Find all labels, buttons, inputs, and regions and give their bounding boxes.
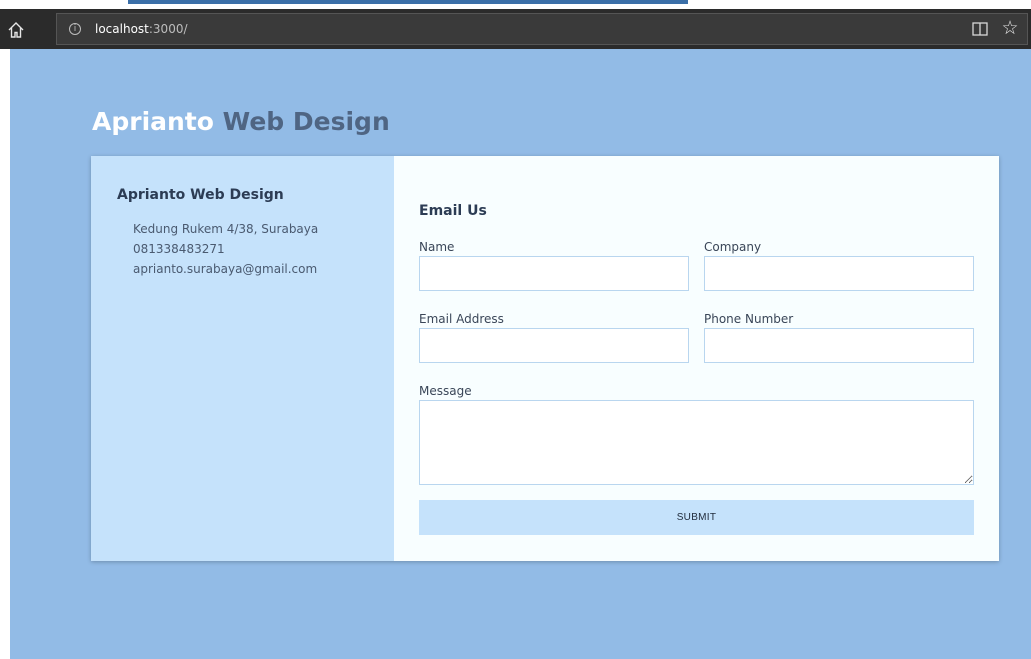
form-title: Email Us — [419, 203, 487, 219]
message-textarea[interactable] — [419, 400, 974, 485]
company-label: Company — [704, 240, 762, 254]
company-input[interactable] — [704, 256, 974, 291]
title-strip — [0, 0, 1031, 9]
contact-email: aprianto.surabaya@gmail.com — [133, 262, 318, 276]
page-viewport: Aprianto Web Design Aprianto Web Design … — [10, 49, 1031, 659]
contact-phone: 081338483271 — [133, 242, 225, 256]
window: i localhost:3000/ ☆ Aprianto Web Design … — [0, 0, 1031, 659]
email-input[interactable] — [419, 328, 689, 363]
home-icon[interactable] — [5, 19, 27, 41]
url-text[interactable]: localhost:3000/ — [95, 22, 188, 36]
message-label: Message — [419, 384, 472, 398]
name-label: Name — [419, 240, 455, 254]
info-icon[interactable]: i — [69, 23, 81, 35]
address-bar[interactable]: i localhost:3000/ ☆ — [56, 13, 1028, 45]
submit-button[interactable]: SUBMIT — [419, 500, 974, 535]
favorite-star-icon[interactable]: ☆ — [999, 17, 1021, 39]
contact-card: Aprianto Web Design Kedung Rukem 4/38, S… — [91, 156, 999, 561]
window-title-bar — [128, 0, 688, 4]
brand-first: Aprianto — [92, 107, 214, 136]
browser-toolbar: i localhost:3000/ ☆ — [0, 9, 1031, 49]
email-label: Email Address — [419, 312, 504, 326]
contact-address: Kedung Rukem 4/38, Surabaya — [133, 222, 319, 236]
brand-rest: Web Design — [222, 107, 390, 136]
name-input[interactable] — [419, 256, 689, 291]
site-brand: Aprianto Web Design — [92, 107, 390, 136]
contact-info-panel: Aprianto Web Design Kedung Rukem 4/38, S… — [91, 156, 394, 561]
contact-title: Aprianto Web Design — [117, 187, 284, 203]
email-form: Email Us Name Company Email Address Phon… — [394, 156, 999, 561]
reading-view-icon[interactable] — [971, 21, 989, 37]
phone-label: Phone Number — [704, 312, 794, 326]
phone-input[interactable] — [704, 328, 974, 363]
